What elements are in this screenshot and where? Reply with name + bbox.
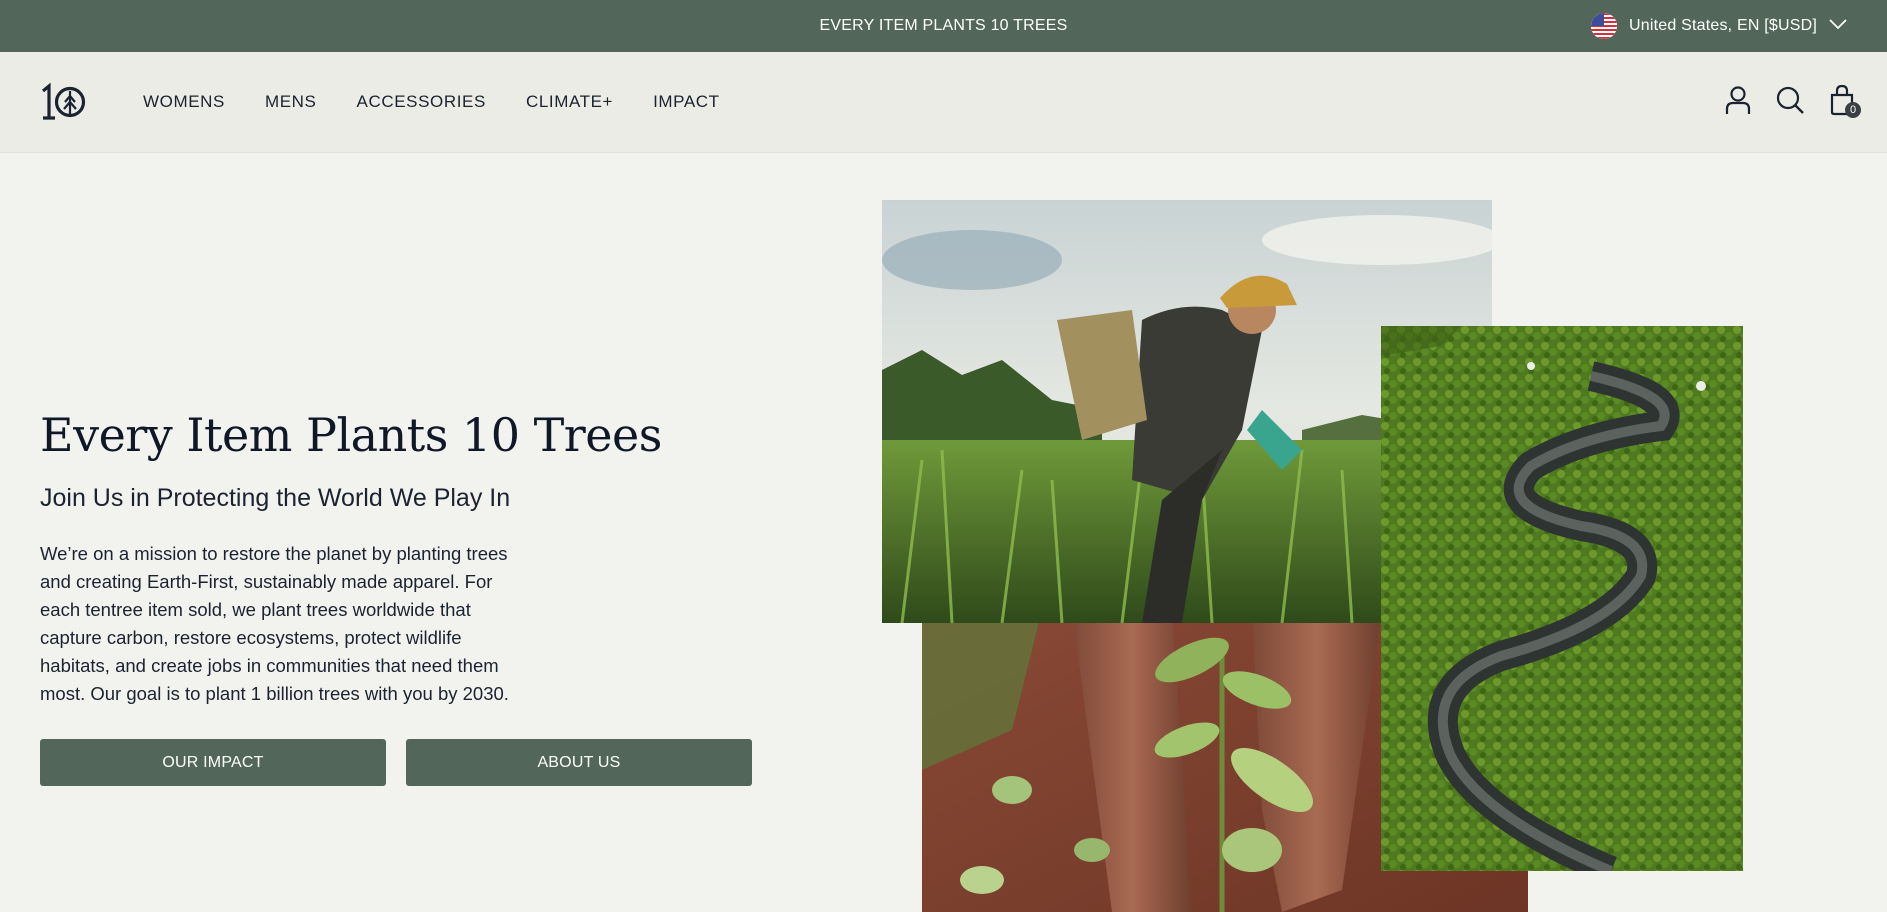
announcement-text: EVERY ITEM PLANTS 10 TREES [819, 17, 1068, 34]
nav-item-impact[interactable]: IMPACT [653, 92, 720, 112]
tentree-logo[interactable] [40, 82, 86, 122]
nav-item-mens[interactable]: MENS [265, 92, 317, 112]
hero-description: We’re on a mission to restore the planet… [40, 543, 509, 704]
river-aerial-photo [1381, 326, 1743, 871]
site-header: WOMENS MENS ACCESSORIES CLIMATE+ IMPACT … [0, 52, 1887, 153]
nav-item-womens[interactable]: WOMENS [143, 92, 225, 112]
hero-subtitle: Join Us in Protecting the World We Play … [40, 484, 511, 512]
nav-item-accessories[interactable]: ACCESSORIES [357, 92, 486, 112]
header-icons: 0 [1723, 84, 1861, 118]
nav-item-climate-plus[interactable]: CLIMATE+ [526, 92, 613, 112]
hero-title: Every Item Plants 10 Trees [40, 408, 662, 462]
search-icon[interactable] [1775, 84, 1805, 116]
region-selector[interactable]: United States, EN [$USD] [1591, 0, 1847, 52]
main-nav: WOMENS MENS ACCESSORIES CLIMATE+ IMPACT [143, 52, 720, 152]
region-label: United States, EN [$USD] [1629, 17, 1817, 34]
cart-count-badge: 0 [1845, 102, 1861, 118]
us-flag-icon [1591, 13, 1617, 39]
chevron-down-icon [1829, 17, 1847, 35]
cart-icon[interactable]: 0 [1827, 84, 1861, 118]
announcement-bar: EVERY ITEM PLANTS 10 TREES United States… [0, 0, 1887, 52]
account-icon[interactable] [1723, 84, 1753, 116]
our-impact-button[interactable]: OUR IMPACT [40, 739, 386, 786]
about-us-button[interactable]: ABOUT US [406, 739, 752, 786]
